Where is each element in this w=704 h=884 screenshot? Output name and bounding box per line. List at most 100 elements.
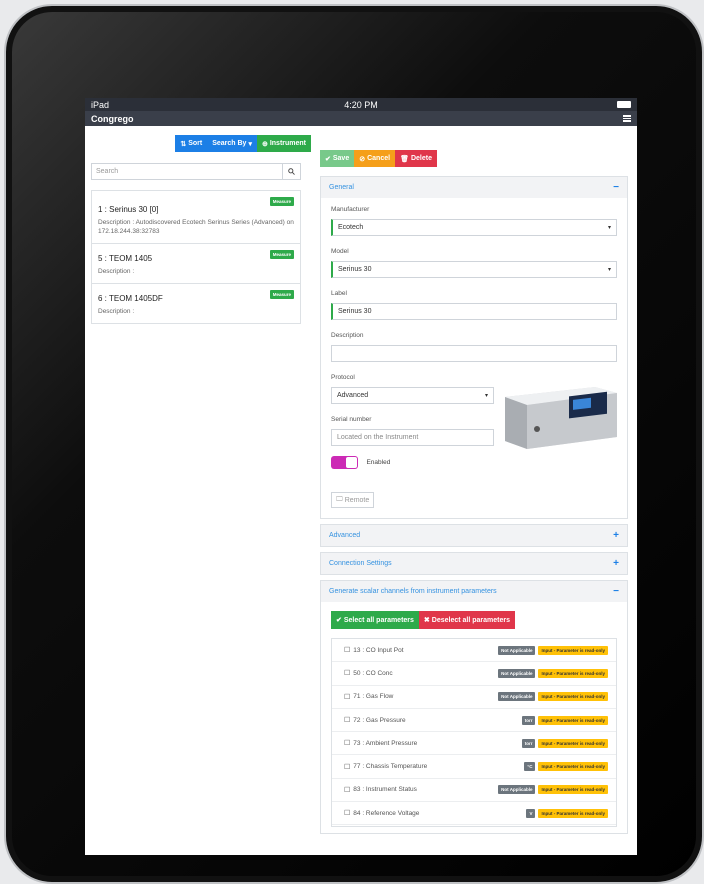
general-body: Manufacturer Ecotech ▾ Model Serinus 30 … (321, 198, 627, 518)
measure-badge: Measure (269, 290, 294, 299)
parameter-row[interactable]: ☐ 72 : Gas Pressure torr Input - Paramet… (332, 709, 616, 733)
parameter-label: 50 : CO Conc (353, 669, 393, 677)
unit-badge: Not Applicable (498, 785, 536, 795)
sort-icon: ⇅ (180, 140, 187, 148)
unit-badge: Not Applicable (498, 692, 536, 702)
readonly-badge: Input - Parameter is read-only (538, 762, 608, 772)
parameter-row[interactable]: ☐ 77 : Chassis Temperature °C Input - Pa… (332, 755, 616, 779)
instrument-name: 6 : TEOM 1405DF (98, 294, 163, 303)
manufacturer-select[interactable]: Ecotech ▾ (331, 219, 617, 236)
unit-badge: Not Applicable (498, 668, 536, 678)
list-item[interactable]: Measure 1 : Serinus 30 [0] Description :… (92, 191, 300, 244)
expand-icon[interactable]: + (613, 530, 619, 541)
add-instrument-button[interactable]: ⊕ Instrument (256, 135, 311, 152)
instrument-description: Description : Autodiscovered Ecotech Ser… (98, 219, 294, 235)
app-header: Congrego (85, 111, 637, 126)
search-box: Search (91, 163, 301, 180)
checkbox-icon[interactable]: ☐ (344, 669, 350, 677)
status-time: 4:20 PM (344, 99, 378, 110)
readonly-badge: Input - Parameter is read-only (538, 692, 608, 702)
description-label: Description (331, 332, 364, 339)
sort-button[interactable]: ⇅ Sort (175, 135, 208, 152)
delete-button[interactable]: 🗑 Delete (395, 150, 437, 167)
checkbox-icon[interactable]: ☐ (344, 809, 350, 817)
select-all-label: Select all parameters (343, 616, 414, 624)
general-header[interactable]: General − (321, 177, 627, 198)
caret-down-icon: ▾ (248, 140, 252, 148)
parameter-label: 13 : CO Input Pot (353, 646, 404, 654)
cancel-button[interactable]: ⊘ Cancel (354, 150, 396, 167)
scalar-title: Generate scalar channels from instrument… (329, 588, 497, 595)
unit-badge: torr (521, 738, 536, 748)
model-label: Model (331, 248, 349, 255)
instrument-editor: ✔ Save ⊘ Cancel 🗑 Delete General − Manuf… (320, 150, 628, 834)
search-input[interactable]: Search (92, 168, 282, 175)
unit-badge: torr (521, 715, 536, 725)
protocol-value: Advanced (337, 392, 369, 399)
parameter-label: 83 : Instrument Status (353, 786, 417, 794)
general-title: General (329, 184, 354, 191)
serial-placeholder: Located on the Instrument (337, 434, 419, 441)
expand-icon[interactable]: + (613, 558, 619, 569)
general-section: General − Manufacturer Ecotech ▾ Model S… (320, 176, 628, 519)
readonly-badge: Input - Parameter is read-only (538, 668, 608, 678)
parameter-row[interactable]: ☐ 83 : Instrument Status Not Applicable … (332, 779, 616, 803)
search-icon[interactable] (282, 164, 300, 179)
device-label: iPad (91, 99, 110, 110)
parameter-row[interactable]: ☐ 13 : CO Input Pot Not Applicable Input… (332, 639, 616, 663)
remote-label: Remote (344, 496, 370, 504)
monitor-icon: 🖵 (336, 496, 343, 503)
checkbox-icon[interactable]: ☐ (344, 716, 350, 724)
checkbox-icon[interactable]: ☐ (344, 763, 350, 771)
instrument-name: 1 : Serinus 30 [0] (98, 205, 159, 214)
advanced-header[interactable]: Advanced + (321, 525, 627, 546)
search-by-label: Search By (212, 140, 247, 147)
search-by-button[interactable]: Search By ▾ (207, 135, 257, 152)
remote-button[interactable]: 🖵 Remote (331, 492, 375, 508)
save-label: Save (332, 155, 350, 162)
unit-badge: Not Applicable (498, 645, 536, 655)
measure-badge: Measure (269, 197, 294, 206)
connection-section: Connection Settings + (320, 552, 628, 575)
connection-header[interactable]: Connection Settings + (321, 553, 627, 574)
parameter-row[interactable]: ☐ 73 : Ambient Pressure torr Input - Par… (332, 732, 616, 756)
checkbox-icon[interactable]: ☐ (344, 786, 350, 794)
collapse-icon[interactable]: − (613, 586, 619, 597)
readonly-badge: Input - Parameter is read-only (538, 715, 608, 725)
model-value: Serinus 30 (338, 266, 372, 273)
advanced-section: Advanced + (320, 524, 628, 547)
checkbox-icon[interactable]: ☐ (344, 693, 350, 701)
status-bar: iPad 4:20 PM (85, 98, 637, 111)
enabled-toggle[interactable] (331, 456, 358, 470)
checkbox-icon[interactable]: ☐ (344, 646, 350, 654)
caret-down-icon: ▾ (607, 225, 611, 231)
battery-icon (617, 101, 631, 108)
scalar-header[interactable]: Generate scalar channels from instrument… (321, 581, 627, 602)
label-input[interactable]: Serinus 30 (331, 303, 617, 320)
cancel-label: Cancel (367, 155, 391, 162)
list-item[interactable]: Measure 5 : TEOM 1405 Description : (92, 244, 300, 284)
parameter-row[interactable]: ☐ 71 : Gas Flow Not Applicable Input - P… (332, 686, 616, 709)
readonly-badge: Input - Parameter is read-only (538, 808, 608, 818)
parameter-row[interactable]: ☐ 84 : Reference Voltage V Input - Param… (332, 802, 616, 826)
menu-icon[interactable] (623, 115, 631, 122)
model-select[interactable]: Serinus 30 ▾ (331, 261, 617, 278)
select-all-button[interactable]: ✔ Select all parameters (331, 611, 419, 629)
checkbox-icon[interactable]: ☐ (344, 739, 350, 747)
label-value: Serinus 30 (338, 308, 372, 315)
parameter-label: 77 : Chassis Temperature (353, 763, 428, 771)
screen: iPad 4:20 PM Congrego ⇅ Sort Search By ▾… (85, 98, 637, 855)
description-input[interactable] (331, 345, 617, 362)
list-item[interactable]: Measure 6 : TEOM 1405DF Description : (92, 284, 300, 323)
collapse-icon[interactable]: − (613, 182, 619, 193)
manufacturer-label: Manufacturer (331, 206, 370, 213)
protocol-select[interactable]: Advanced ▾ (331, 387, 494, 404)
serial-input[interactable]: Located on the Instrument (331, 429, 494, 446)
save-button[interactable]: ✔ Save (320, 150, 355, 167)
label-label: Label (331, 290, 347, 297)
scalar-section: Generate scalar channels from instrument… (320, 580, 628, 834)
readonly-badge: Input - Parameter is read-only (538, 738, 608, 748)
parameter-row[interactable]: ☐ 50 : CO Conc Not Applicable Input - Pa… (332, 662, 616, 686)
deselect-all-label: Deselect all parameters (431, 616, 511, 624)
deselect-all-button[interactable]: ✖ Deselect all parameters (418, 611, 516, 629)
